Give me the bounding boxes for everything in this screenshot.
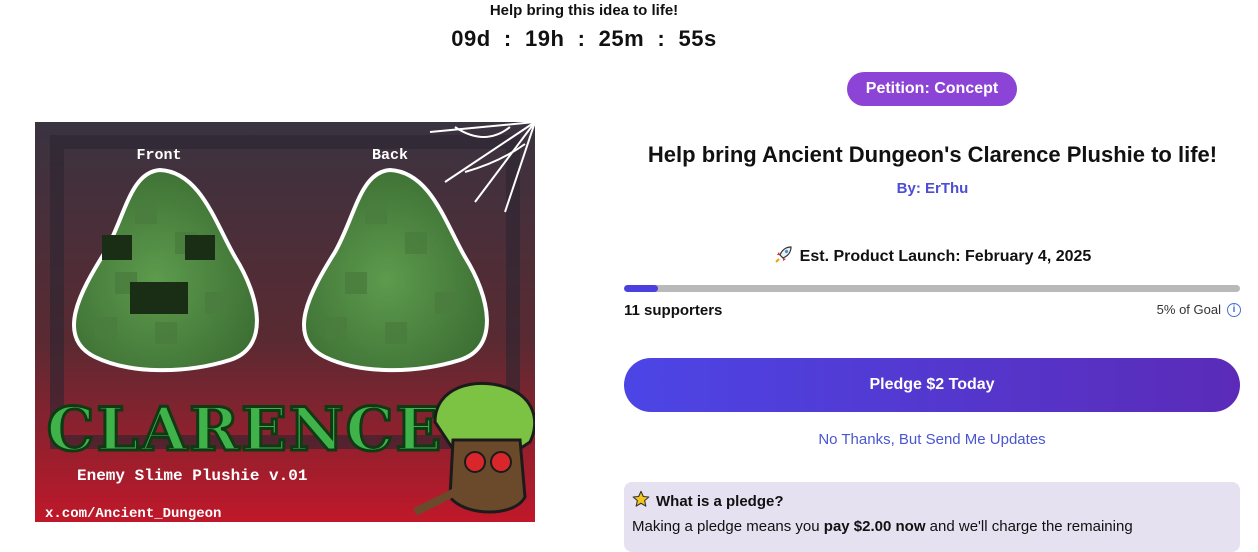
progress-bar [624, 285, 1240, 292]
pledge-text-end: and we'll charge the remaining [925, 518, 1133, 535]
front-label: Front [136, 147, 181, 164]
product-image[interactable]: Front Back CLARENCE Enemy Slime Plushie … [35, 122, 535, 522]
author-link[interactable]: ErThu [925, 180, 968, 197]
back-label: Back [372, 147, 408, 164]
countdown-label: Help bring this idea to life! [489, 2, 679, 19]
launch-date: Est. Product Launch: February 4, 2025 [610, 244, 1255, 269]
pledge-info-title: What is a pledge? [656, 492, 784, 510]
supporter-count: 11 supporters [624, 302, 723, 319]
pledge-text-start: Making a pledge means you [632, 518, 824, 535]
byline-prefix: By: [896, 180, 921, 197]
hero-subtitle: Enemy Slime Plushie v.01 [77, 467, 307, 485]
rocket-icon [774, 244, 794, 269]
pledge-text-bold: pay $2.00 now [823, 518, 926, 535]
launch-text: Est. Product Launch: February 4, 2025 [799, 247, 1092, 265]
pledge-info-header: What is a pledge? [632, 490, 1232, 512]
info-icon[interactable]: i [1227, 302, 1241, 317]
hero-handle: x.com/Ancient_Dungeon [45, 506, 221, 522]
clarence-logo: CLARENCE [47, 395, 443, 465]
no-thanks-link[interactable]: No Thanks, But Send Me Updates [624, 431, 1240, 448]
pledge-button[interactable]: Pledge $2 Today [624, 358, 1240, 412]
goal-percent: 5% of Goal i [1157, 302, 1241, 317]
progress-fill [624, 285, 658, 292]
goal-text: 5% of Goal [1156, 302, 1221, 317]
status-badge: Petition: Concept [847, 72, 1017, 106]
pledge-info-box: What is a pledge? Making a pledge means … [624, 482, 1240, 552]
pledge-info-text: Making a pledge means you pay $2.00 now … [632, 518, 1232, 535]
star-icon [632, 490, 650, 512]
author-byline: By: ErThu [610, 180, 1255, 197]
countdown-timer: 09d : 19h : 25m : 55s [451, 26, 717, 51]
project-title: Help bring Ancient Dungeon's Clarence Pl… [647, 142, 1218, 167]
